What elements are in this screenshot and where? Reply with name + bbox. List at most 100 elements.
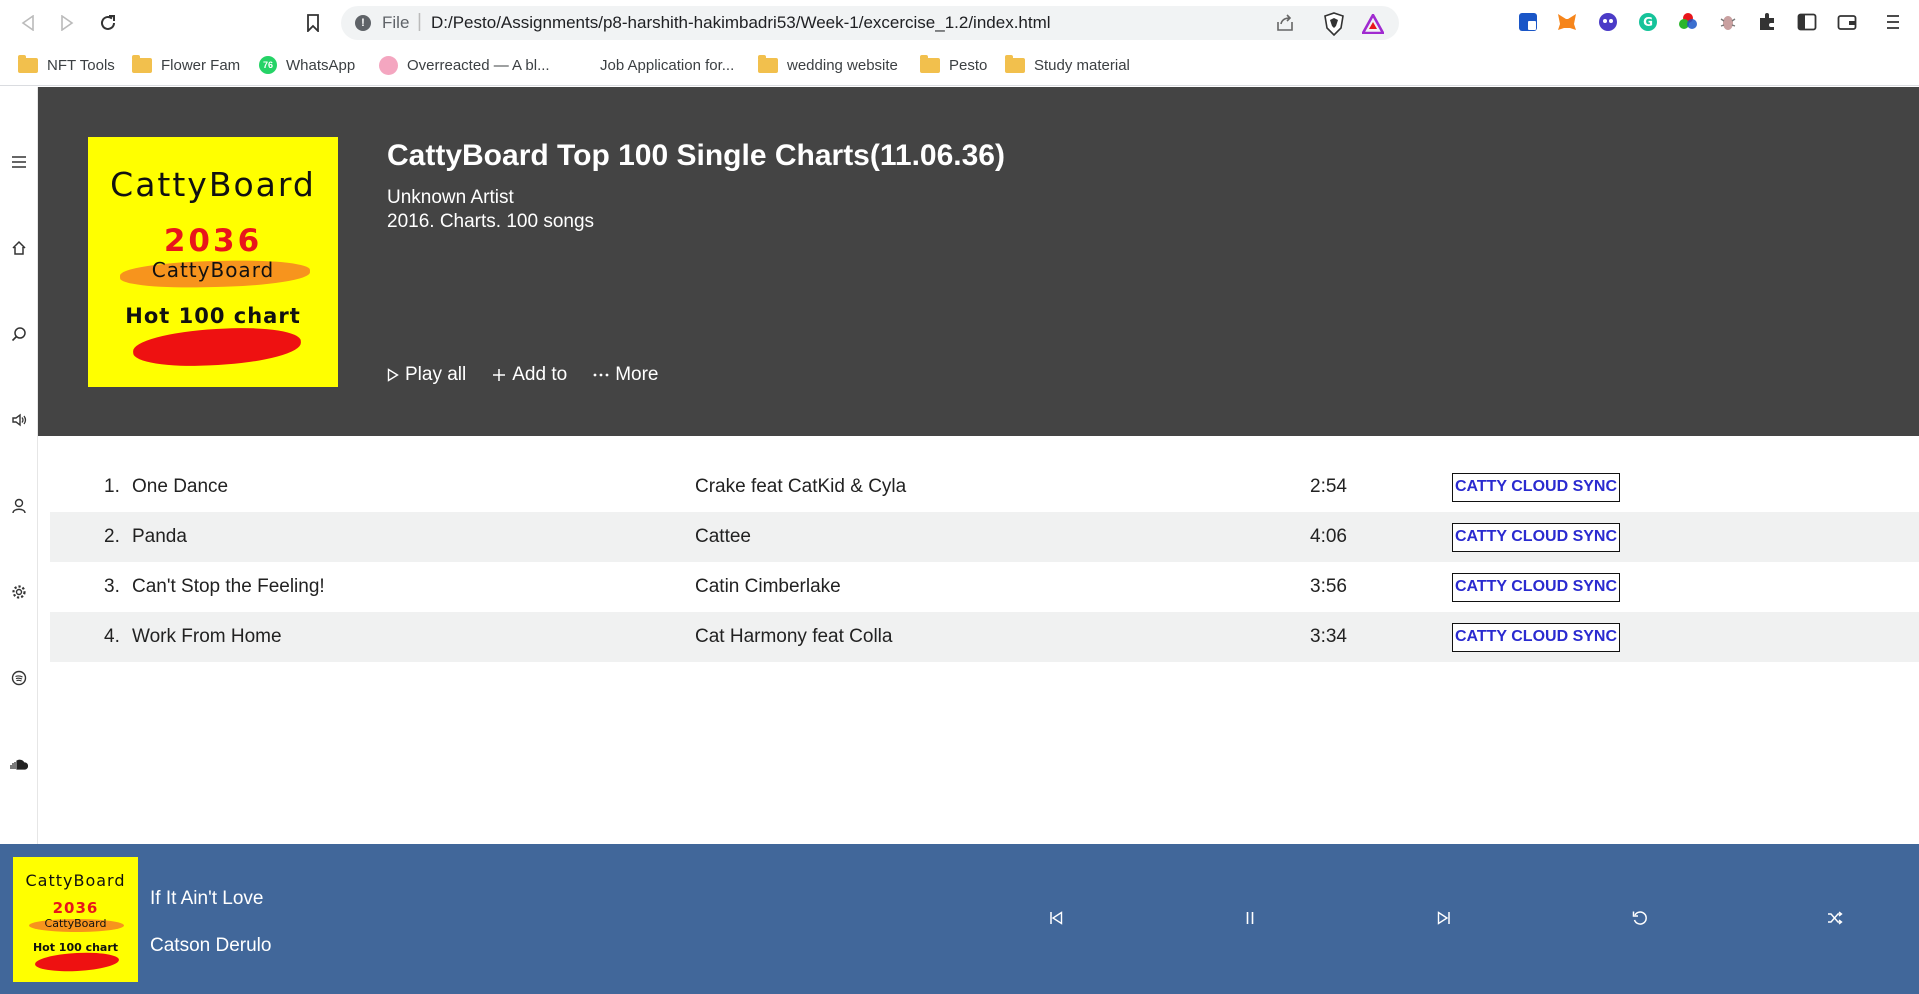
track-list: 1. One Dance Crake feat CatKid & Cyla 2:… [50,462,1919,662]
album-artist: Unknown Artist [387,187,514,208]
menu-icon[interactable] [8,151,30,173]
folder-icon [1005,54,1025,73]
folder-icon [132,54,152,73]
skip-forward-icon[interactable] [1432,906,1456,930]
cover-chart-label: Hot 100 chart [32,941,119,954]
bookmark-nft-tools[interactable]: NFT Tools [18,54,115,76]
album-header: CattyBoard 2036 CattyBoard Hot 100 chart… [38,87,1919,436]
share-icon[interactable] [1275,14,1295,37]
now-playing-cover: CattyBoard 2036 CattyBoard Hot 100 chart [13,857,138,982]
repeat-icon[interactable] [1628,906,1652,930]
track-row[interactable]: 4. Work From Home Cat Harmony feat Colla… [50,612,1919,662]
home-icon[interactable] [8,237,30,259]
skip-back-icon[interactable] [1044,906,1068,930]
play-icon [387,368,399,382]
color-picker-icon[interactable] [1677,11,1699,33]
search-icon[interactable] [8,323,30,345]
track-duration: 3:34 [1310,626,1347,647]
bookmark-label: Overreacted — A bl... [407,56,550,74]
extensions-puzzle-icon[interactable] [1756,11,1778,33]
more-button[interactable]: More [593,364,658,386]
bookmark-overreacted[interactable]: Overreacted — A bl... [379,54,550,76]
add-to-label: Add to [512,364,568,385]
play-all-label: Play all [405,364,467,385]
metamask-icon[interactable] [1556,11,1578,33]
bookmark-study-material[interactable]: Study material [1005,54,1130,76]
cover-brand: CattyBoard [110,165,316,204]
spotify-icon[interactable] [8,667,30,689]
page: CattyBoard 2036 CattyBoard Hot 100 chart… [0,87,1919,994]
sidebar [0,87,38,844]
cloud-sync-button[interactable]: CATTY CLOUD SYNC [1452,523,1620,552]
track-row[interactable]: 2. Panda Cattee 4:06 CATTY CLOUD SYNC [50,512,1919,562]
cloud-sync-button[interactable]: CATTY CLOUD SYNC [1452,573,1620,602]
user-icon[interactable] [8,495,30,517]
track-artist: Catin Cimberlake [695,576,841,597]
cloud-sync-button[interactable]: CATTY CLOUD SYNC [1452,623,1620,652]
extension-badge-icon[interactable] [1517,11,1539,33]
cover-subbrand: CattyBoard [44,917,107,930]
bookmark-label: WhatsApp [286,56,356,74]
soundcloud-icon[interactable] [8,753,30,775]
add-to-button[interactable]: Add to [492,364,567,386]
bookmark-pesto[interactable]: Pesto [920,54,987,76]
browser-toolbar: ! File | D:/Pesto/Assignments/p8-harshit… [0,0,1919,46]
extension-purple-icon[interactable] [1597,11,1619,33]
side-panel-icon[interactable] [1796,11,1818,33]
grammarly-icon[interactable]: G [1637,11,1659,33]
album-cover: CattyBoard 2036 CattyBoard Hot 100 chart [88,137,338,387]
track-row[interactable]: 3. Can't Stop the Feeling! Catin Cimberl… [50,562,1919,612]
bookmark-label: wedding website [787,56,898,74]
folder-icon [18,54,38,73]
cover-year: 2036 [163,223,263,259]
track-number: 2. [104,526,120,547]
now-playing-title: If It Ain't Love [150,888,264,909]
wallet-icon[interactable] [1836,11,1858,33]
more-label: More [615,364,659,385]
bookmark-icon[interactable] [301,11,325,35]
folder-icon [920,54,940,73]
cover-red-brush [132,324,302,370]
track-number: 1. [104,476,120,497]
cover-year: 2036 [52,899,99,917]
address-bar[interactable]: ! File | D:/Pesto/Assignments/p8-harshit… [341,6,1399,40]
bookmark-flower-fam[interactable]: Flower Fam [132,54,240,76]
track-row[interactable]: 1. One Dance Crake feat CatKid & Cyla 2:… [50,462,1919,512]
browser-menu-icon[interactable] [1882,11,1904,33]
site-info-icon[interactable]: ! [355,15,371,31]
track-title: Work From Home [132,626,282,647]
bug-icon[interactable] [1717,11,1739,33]
track-artist: Crake feat CatKid & Cyla [695,476,907,497]
track-title: Can't Stop the Feeling! [132,576,325,597]
more-icon [593,373,609,377]
forward-icon[interactable] [55,11,79,35]
album-meta: 2016. Charts. 100 songs [387,211,595,232]
url-text[interactable]: D:/Pesto/Assignments/p8-harshith-hakimba… [431,13,1051,33]
track-duration: 4:06 [1310,526,1347,547]
bookmark-label: Job Application for... [600,56,735,74]
bookmark-label: NFT Tools [47,56,115,74]
reload-icon[interactable] [96,11,120,35]
album-actions: Play all Add to More [387,364,658,386]
bookmark-whatsapp[interactable]: 76 WhatsApp [259,54,355,76]
track-artist: Cattee [695,526,751,547]
cover-red-brush [34,950,120,974]
settings-icon[interactable] [8,581,30,603]
track-duration: 2:54 [1310,476,1347,497]
shuffle-icon[interactable] [1823,906,1847,930]
bookmark-label: Pesto [949,56,988,74]
cloud-sync-button[interactable]: CATTY CLOUD SYNC [1452,473,1620,502]
back-icon[interactable] [16,11,40,35]
album-title: CattyBoard Top 100 Single Charts(11.06.3… [387,139,1005,172]
play-all-button[interactable]: Play all [387,364,466,386]
bookmark-job-application[interactable]: Job Application for... [600,54,734,76]
brave-rewards-icon[interactable] [1360,12,1386,39]
bookmark-wedding-website[interactable]: wedding website [758,54,898,76]
brave-shield-icon[interactable] [1323,12,1345,41]
volume-icon[interactable] [8,409,30,431]
track-title: One Dance [132,476,229,497]
pause-icon[interactable] [1238,906,1262,930]
track-number: 3. [104,576,120,597]
url-separator: | [417,11,422,32]
cover-subbrand: CattyBoard [151,258,275,282]
